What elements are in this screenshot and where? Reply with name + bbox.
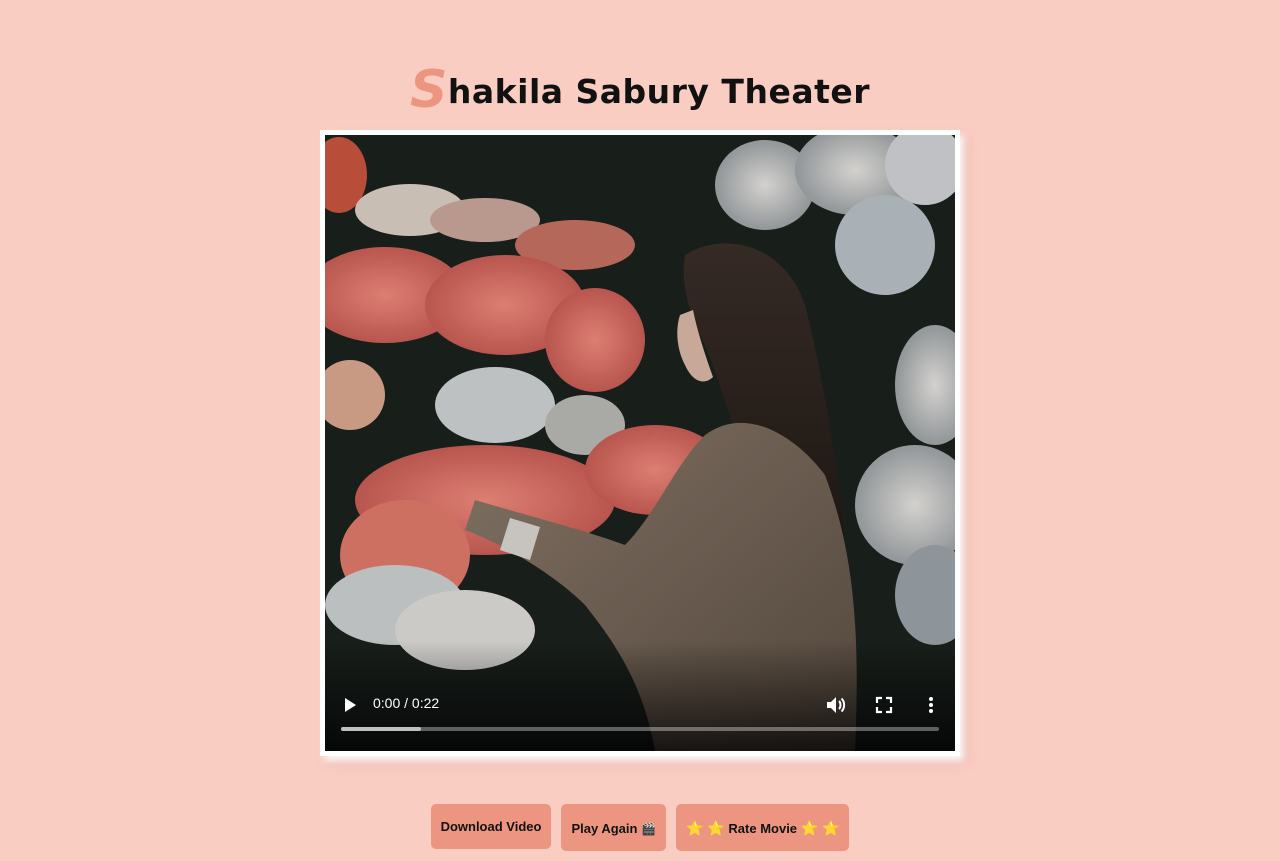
fullscreen-icon[interactable]: [874, 695, 894, 715]
video-frame: 0:00 / 0:22: [320, 130, 960, 756]
more-options-icon[interactable]: [921, 695, 941, 715]
page-title: Shakila Sabury Theater: [0, 60, 1280, 120]
star-icon: ⭐ ⭐: [686, 820, 725, 836]
progress-bar[interactable]: [341, 727, 939, 731]
download-label: Download Video: [440, 819, 542, 834]
play-icon[interactable]: [341, 696, 359, 714]
time-display: 0:00 / 0:22: [373, 695, 440, 711]
clapper-icon: 🎬: [641, 822, 657, 836]
star-icon: ⭐ ⭐: [800, 820, 840, 836]
progress-buffered: [341, 727, 422, 731]
play-again-label: Play Again: [571, 821, 638, 836]
play-again-button[interactable]: Play Again 🎬: [561, 804, 667, 851]
rate-label: Rate Movie: [728, 821, 798, 836]
rate-movie-button[interactable]: ⭐ ⭐ Rate Movie ⭐ ⭐: [676, 804, 850, 851]
volume-icon[interactable]: [825, 695, 847, 715]
video-player[interactable]: 0:00 / 0:22: [325, 135, 955, 751]
action-buttons: Download Video Play Again 🎬 ⭐ ⭐ Rate Mov…: [0, 804, 1280, 851]
title-first-letter: S: [409, 60, 448, 121]
title-text: hakila Sabury Theater: [447, 72, 871, 112]
download-video-button[interactable]: Download Video: [430, 804, 552, 849]
